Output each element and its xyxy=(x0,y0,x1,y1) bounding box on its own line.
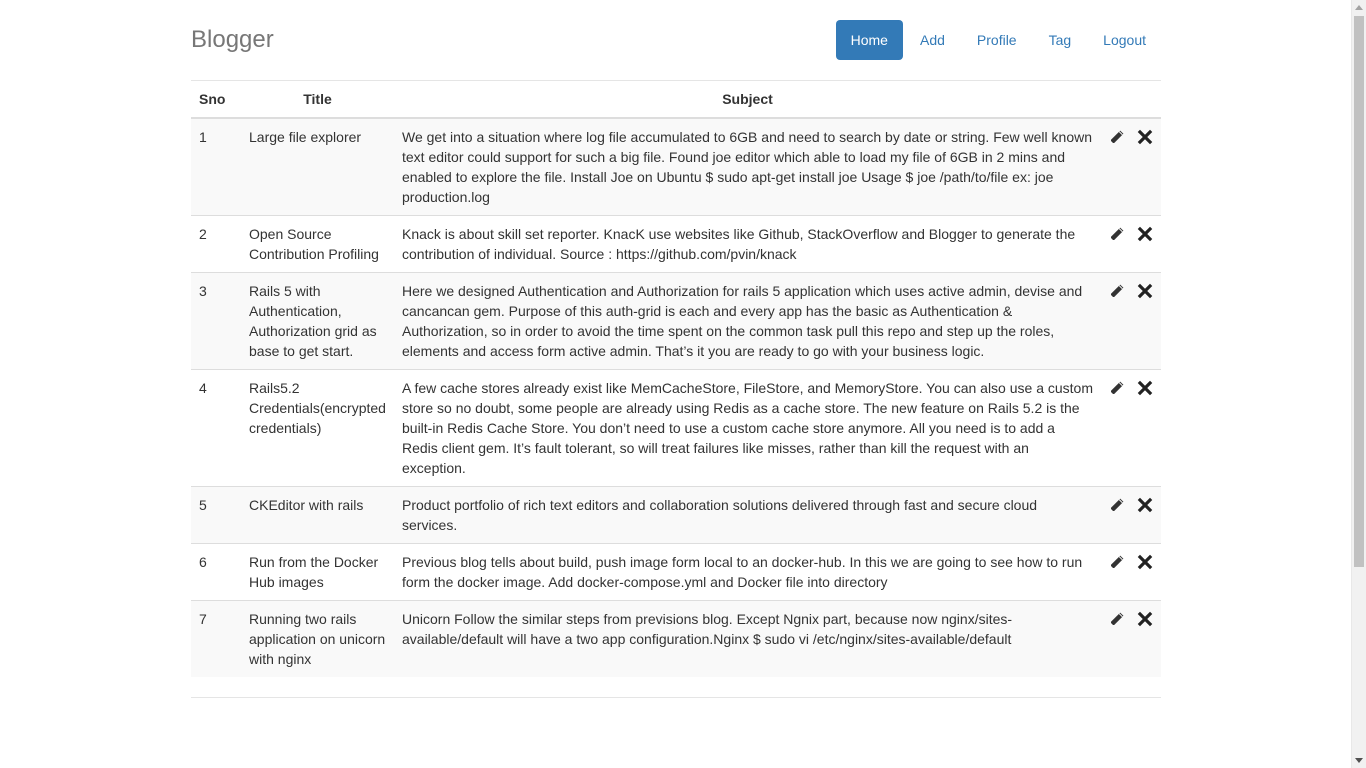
header: Blogger Home Add Profile Tag Logout xyxy=(191,0,1161,81)
row-title: Rails5.2 Credentials(encrypted credentia… xyxy=(241,369,394,487)
row-title: Rails 5 with Authentication, Authorizati… xyxy=(241,272,394,370)
top-nav: Home Add Profile Tag Logout xyxy=(834,20,1161,60)
row-title: Running two rails application on unicorn… xyxy=(241,600,394,677)
pencil-icon[interactable] xyxy=(1109,226,1125,242)
row-sno: 6 xyxy=(191,543,241,601)
header-sno: Sno xyxy=(191,81,241,119)
table-row: 6 Run from the Docker Hub images Previou… xyxy=(191,543,1161,601)
row-subject: Here we designed Authentication and Auth… xyxy=(394,272,1101,370)
pencil-icon[interactable] xyxy=(1109,497,1125,513)
nav-tag[interactable]: Tag xyxy=(1034,20,1087,60)
nav-add[interactable]: Add xyxy=(905,20,960,60)
remove-icon[interactable] xyxy=(1137,129,1153,145)
row-sno: 2 xyxy=(191,215,241,273)
footer-divider xyxy=(191,697,1161,698)
remove-icon[interactable] xyxy=(1137,497,1153,513)
scroll-down-arrow-icon[interactable] xyxy=(1355,758,1363,763)
row-sno: 1 xyxy=(199,129,207,145)
brand-title: Blogger xyxy=(191,26,274,53)
table-row: 3 Rails 5 with Authentication, Authoriza… xyxy=(191,272,1161,370)
scroll-up-arrow-icon[interactable] xyxy=(1355,5,1363,10)
row-sno: 4 xyxy=(191,369,241,487)
pencil-icon[interactable] xyxy=(1109,380,1125,396)
header-subject: Subject xyxy=(394,81,1101,119)
pencil-icon[interactable] xyxy=(1109,283,1125,299)
remove-icon[interactable] xyxy=(1137,554,1153,570)
nav-profile[interactable]: Profile xyxy=(962,20,1032,60)
pencil-icon[interactable] xyxy=(1109,129,1125,145)
main-container: Blogger Home Add Profile Tag Logout Sno … xyxy=(191,0,1161,698)
scroll-thumb[interactable] xyxy=(1354,16,1364,567)
table-row: 4 Rails5.2 Credentials(encrypted credent… xyxy=(191,369,1161,487)
posts-table: Sno Title Subject 1 Large file explorer … xyxy=(191,81,1161,677)
row-subject: Unicorn Follow the similar steps from pr… xyxy=(394,600,1101,677)
row-sno: 5 xyxy=(191,486,241,544)
table-header-row: Sno Title Subject xyxy=(191,81,1161,119)
row-sno: 3 xyxy=(191,272,241,370)
vertical-scrollbar[interactable] xyxy=(1351,0,1366,768)
row-title: Large file explorer xyxy=(249,129,362,145)
table-row: 2 Open Source Contribution Profiling Kna… xyxy=(191,215,1161,273)
row-title: CKEditor with rails xyxy=(241,486,394,544)
row-subject: Product portfolio of rich text editors a… xyxy=(394,486,1101,544)
header-title: Title xyxy=(241,81,394,119)
table-row: 7 Running two rails application on unico… xyxy=(191,600,1161,677)
row-subject: Knack is about skill set reporter. KnacK… xyxy=(394,215,1101,273)
row-title: Run from the Docker Hub images xyxy=(241,543,394,601)
nav-home[interactable]: Home xyxy=(835,20,903,60)
pencil-icon[interactable] xyxy=(1109,554,1125,570)
table-row: 5 CKEditor with rails Product portfolio … xyxy=(191,486,1161,544)
row-subject: A few cache stores already exist like Me… xyxy=(394,369,1101,487)
remove-icon[interactable] xyxy=(1137,283,1153,299)
page: Blogger Home Add Profile Tag Logout Sno … xyxy=(0,0,1366,768)
remove-icon[interactable] xyxy=(1137,611,1153,627)
row-sno: 7 xyxy=(191,600,241,677)
table-body: 1 Large file explorer We get into a situ… xyxy=(191,118,1161,677)
nav-logout[interactable]: Logout xyxy=(1088,20,1161,60)
row-subject: We get into a situation where log file a… xyxy=(402,129,1093,205)
row-subject: Previous blog tells about build, push im… xyxy=(394,543,1101,601)
row-title: Open Source Contribution Profiling xyxy=(241,215,394,273)
remove-icon[interactable] xyxy=(1137,380,1153,396)
table-row: 1 Large file explorer We get into a situ… xyxy=(191,118,1161,216)
remove-icon[interactable] xyxy=(1137,226,1153,242)
pencil-icon[interactable] xyxy=(1109,611,1125,627)
